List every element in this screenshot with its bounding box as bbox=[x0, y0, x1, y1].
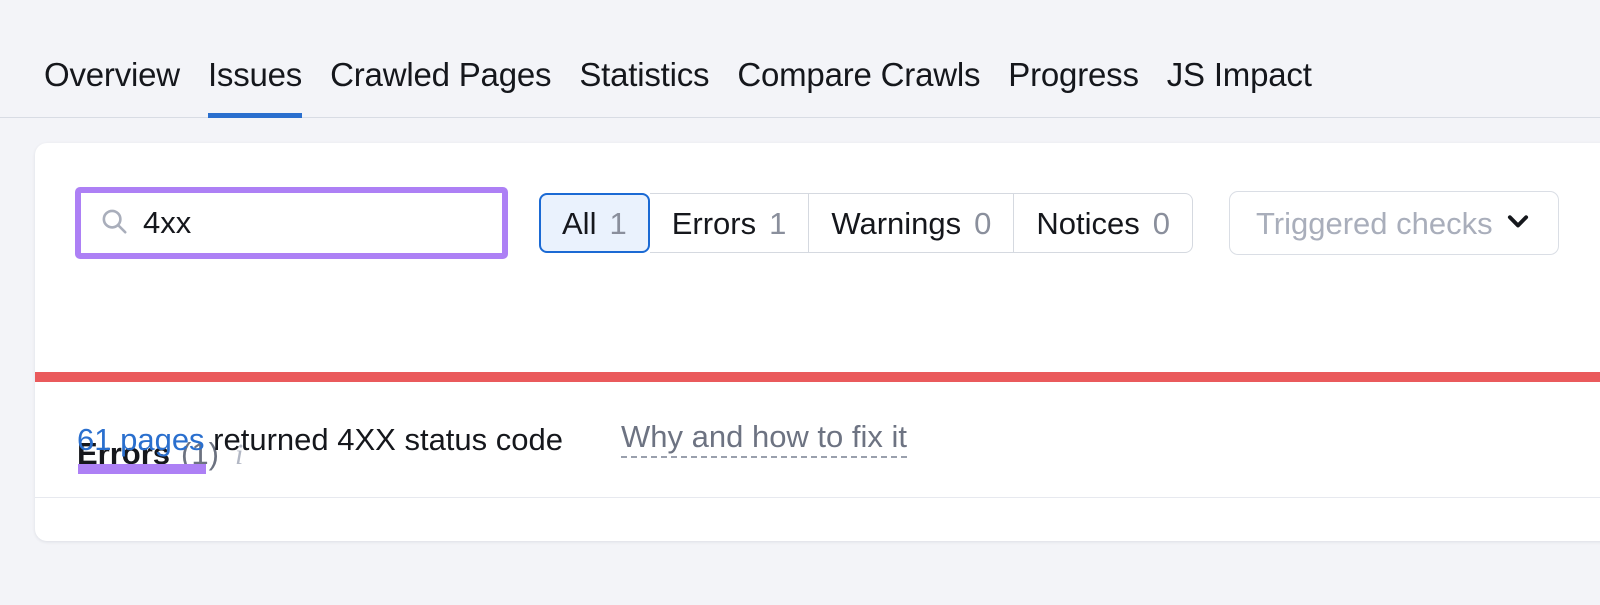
search-icon bbox=[99, 206, 129, 241]
pages-count-link[interactable]: 61 pages bbox=[77, 422, 205, 457]
tab-issues[interactable]: Issues bbox=[194, 58, 316, 118]
filter-errors-count: 1 bbox=[769, 205, 787, 241]
issue-description-rest: returned 4XX status code bbox=[204, 422, 563, 457]
triggered-checks-placeholder: Triggered checks bbox=[1256, 205, 1493, 241]
filter-warnings[interactable]: Warnings 0 bbox=[809, 193, 1015, 253]
tab-compare-crawls[interactable]: Compare Crawls bbox=[723, 58, 994, 117]
filter-all-count: 1 bbox=[609, 205, 627, 241]
triggered-checks-dropdown[interactable]: Triggered checks bbox=[1229, 191, 1560, 255]
filter-errors-label: Errors bbox=[671, 205, 757, 241]
search-input[interactable] bbox=[143, 205, 542, 241]
tab-progress[interactable]: Progress bbox=[994, 58, 1152, 117]
main-tab-bar: Overview Issues Crawled Pages Statistics… bbox=[0, 0, 1600, 118]
filter-all[interactable]: All 1 bbox=[539, 193, 650, 253]
filter-notices[interactable]: Notices 0 bbox=[1014, 193, 1194, 253]
filter-warnings-count: 0 bbox=[974, 205, 992, 241]
tab-overview[interactable]: Overview bbox=[30, 58, 194, 117]
tab-js-impact[interactable]: JS Impact bbox=[1153, 58, 1326, 117]
filter-warnings-label: Warnings bbox=[831, 205, 962, 241]
why-and-how-to-fix-it-link[interactable]: Why and how to fix it bbox=[621, 421, 908, 458]
search-field-highlight[interactable] bbox=[75, 187, 568, 259]
filter-all-label: All bbox=[562, 205, 597, 241]
filter-notices-count: 0 bbox=[1152, 205, 1171, 241]
chevron-down-icon bbox=[1503, 206, 1533, 241]
error-severity-bar bbox=[35, 372, 1600, 382]
filter-errors[interactable]: Errors 1 bbox=[649, 193, 810, 253]
issues-toolbar: All 1 Errors 1 Warnings 0 Notices 0 Trig… bbox=[75, 187, 1560, 259]
severity-filter-group: All 1 Errors 1 Warnings 0 Notices 0 bbox=[539, 193, 1194, 253]
table-row: 61 pages returned 4XX status code Why an… bbox=[35, 382, 1600, 498]
tab-statistics[interactable]: Statistics bbox=[565, 58, 723, 117]
issues-panel: All 1 Errors 1 Warnings 0 Notices 0 Trig… bbox=[35, 143, 1600, 541]
tab-crawled-pages[interactable]: Crawled Pages bbox=[316, 58, 565, 117]
filter-notices-label: Notices bbox=[1036, 205, 1140, 241]
issue-description: 61 pages returned 4XX status code bbox=[77, 424, 563, 455]
